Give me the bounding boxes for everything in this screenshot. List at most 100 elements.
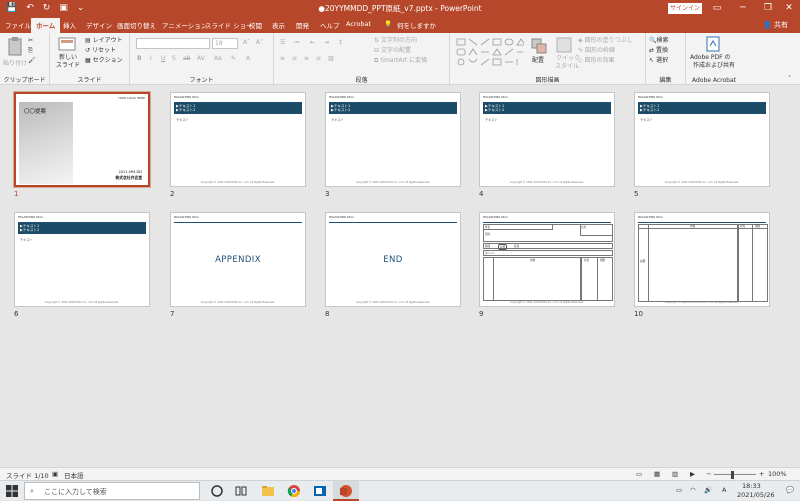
zoom-slider-thumb[interactable] [731,471,734,479]
tab-review[interactable]: 校閲 [249,20,262,30]
font-name-box[interactable] [136,38,210,49]
copy-icon[interactable]: ⎘ [28,47,33,55]
powerpoint-taskbar-button[interactable] [333,481,359,501]
align-text-button[interactable]: ⊟ 文字の配置 [374,47,411,55]
strikethrough-icon[interactable]: ab [183,55,191,63]
quick-styles-label[interactable]: クイック [556,55,580,63]
tab-transitions[interactable]: 画面切り替え [117,20,156,30]
align-center-icon[interactable]: ≡ [292,55,297,63]
slide-thumbnail-2[interactable]: HIGASHINO DIGI ▶テキスト1 ▶テキスト2 テキスト Copyrig… [170,92,306,187]
spellcheck-icon[interactable]: ▣ [52,470,58,478]
shadow-icon[interactable]: S [172,55,176,63]
select-button[interactable]: ↖ 選択 [649,57,668,65]
share-button[interactable]: 👤 共有 [763,20,788,30]
tab-file[interactable]: ファイル [5,20,31,30]
slide-thumbnail-8[interactable]: HIGASHINO DIGI END Copyright © 2021 XXXX… [325,212,461,307]
italic-icon[interactable]: I [150,55,152,63]
tab-view[interactable]: 表示 [272,20,285,30]
numbering-icon[interactable]: ≔ [294,39,300,47]
shapes-gallery-icon[interactable] [456,38,524,68]
close-button[interactable]: ✕ [776,0,800,17]
section-button[interactable]: ▦ セクション [85,57,123,65]
task-view-icon[interactable] [234,484,248,498]
cortana-icon[interactable] [210,484,224,498]
paste-icon[interactable] [6,36,24,58]
outlook-icon[interactable] [313,484,327,498]
char-spacing-icon[interactable]: AV [197,55,205,63]
columns-icon[interactable]: ▥ [328,55,334,63]
cut-icon[interactable]: ✂ [28,37,33,45]
new-slide-label[interactable]: 新しい [59,54,77,62]
tab-help[interactable]: ヘルプ [320,20,340,30]
tab-insert[interactable]: 挿入 [63,20,76,30]
slide-sorter-view-icon[interactable]: ▦ [654,470,660,478]
quick-styles-icon[interactable] [556,37,572,53]
align-left-icon[interactable]: ≡ [280,55,285,63]
file-explorer-icon[interactable] [261,484,275,498]
tab-slideshow[interactable]: スライド ショー [205,20,253,30]
zoom-level[interactable]: 100% [768,470,787,478]
wifi-icon[interactable]: ◠ [690,486,696,494]
volume-icon[interactable]: 🔊 [704,486,712,494]
bullets-icon[interactable]: ☰ [280,39,285,47]
ime-indicator[interactable]: A [722,486,726,494]
bold-icon[interactable]: B [137,55,142,63]
chrome-icon[interactable] [287,484,301,498]
collapse-ribbon-icon[interactable]: ˄ [788,75,791,83]
windows-start-icon[interactable] [5,484,19,498]
grow-font-icon[interactable]: A˄ [243,39,250,47]
change-case-icon[interactable]: Aa [214,55,222,63]
font-size-box[interactable]: 18 [212,38,238,49]
slide-thumbnail-1[interactable]: YOUR LOGO HERE 〇〇提案 2021-MM-DD 株式会社弁吉堂 [14,92,150,187]
zoom-out-button[interactable]: − [706,470,711,478]
reset-button[interactable]: ↺ リセット [85,47,116,55]
zoom-slider[interactable] [714,474,756,475]
slide-thumbnail-7[interactable]: HIGASHINO DIGI APPENDIX Copyright © 2021… [170,212,306,307]
new-slide-label2[interactable]: スライド [56,62,80,70]
line-spacing-icon[interactable]: ↕ [338,39,343,47]
decrease-indent-icon[interactable]: ⇤ [310,39,315,47]
slide-thumbnail-4[interactable]: HIGASHINO DIGI ▶テキスト1 ▶テキスト2 テキスト Copyrig… [479,92,615,187]
minimize-button[interactable]: ─ [730,0,756,17]
tab-developer[interactable]: 開発 [296,20,309,30]
slide-thumbnail-5[interactable]: HIGASHINO DIGI ▶テキスト1 ▶テキスト2 テキスト Copyrig… [634,92,770,187]
taskbar-search-box[interactable]: ⌕ ここに入力して検索 [24,482,200,500]
tab-acrobat[interactable]: Acrobat [346,20,371,28]
highlight-icon[interactable]: ✎ [231,55,236,63]
underline-icon[interactable]: U [161,55,165,63]
shape-fill-button[interactable]: ◈ 図形の塗りつぶし [578,37,633,45]
slide-thumbnail-6[interactable]: HIGASHINO DIGI ▶テキスト1 ▶テキスト2 テキスト Copyrig… [14,212,150,307]
create-pdf-label1[interactable]: Adobe PDF の [690,54,730,62]
signin-button[interactable]: サインイン [668,3,702,14]
smartart-button[interactable]: ⧉ SmartArt に変換 [374,57,427,65]
format-painter-icon[interactable]: 🖌 [28,57,36,65]
paste-button[interactable]: 貼り付け [3,60,27,68]
new-slide-icon[interactable] [58,37,76,53]
slide-thumbnail-10[interactable]: HIGASHINO DIGI 内容 担当 期限 詳細 Copyright © 2… [634,212,770,307]
replace-button[interactable]: ⇄ 置換 [649,47,668,55]
ribbon-display-options-icon[interactable]: ▭ [704,0,730,17]
tell-me-box[interactable]: 何をしますか [397,20,436,30]
normal-view-icon[interactable]: ▭ [636,470,642,478]
clock-date[interactable]: 2021/05/26 [737,491,774,499]
arrange-label[interactable]: 配置 [532,57,544,65]
create-pdf-label2[interactable]: 作成および共有 [693,62,735,70]
text-direction-button[interactable]: ⇅ 文字列の方向 [374,37,417,45]
quick-styles-label2[interactable]: スタイル [555,63,579,71]
increase-indent-icon[interactable]: ⇥ [324,39,329,47]
network-icon[interactable]: ▭ [676,486,682,494]
shrink-font-icon[interactable]: A˅ [256,39,263,47]
shape-effects-button[interactable]: ◇ 図形の効果 [578,57,615,65]
justify-icon[interactable]: ≡ [316,55,321,63]
adobe-pdf-icon[interactable] [706,36,720,52]
language-indicator[interactable]: 日本語 [64,470,84,480]
zoom-in-button[interactable]: + [759,470,764,478]
shape-outline-button[interactable]: ✎ 図形の枠線 [578,47,615,55]
tab-home[interactable]: ホーム [31,18,61,33]
tab-animations[interactable]: アニメーション [162,20,207,30]
tab-design[interactable]: デザイン [86,20,112,30]
clock-time[interactable]: 18:33 [742,482,761,490]
find-button[interactable]: 🔍検索 [649,37,669,45]
slide-thumbnail-3[interactable]: HIGASHINO DIGI ▶テキスト1 ▶テキスト2 テキスト Copyrig… [325,92,461,187]
slideshow-view-icon[interactable]: ▶ [690,470,695,478]
